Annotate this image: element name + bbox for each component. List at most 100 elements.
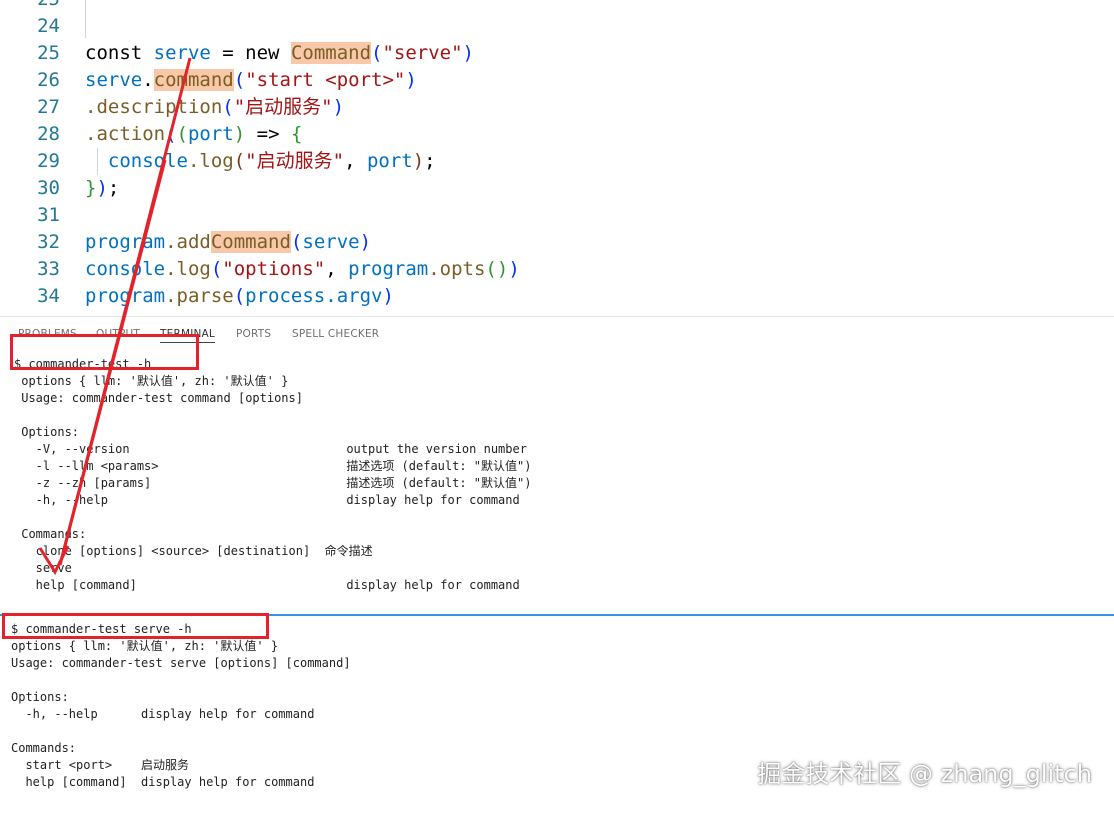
- code-token: serve: [302, 231, 360, 253]
- terminal-line: -V, --version output the version number: [14, 442, 527, 456]
- line-number: 27: [37, 96, 60, 118]
- code-token: (: [233, 285, 246, 307]
- code-text: serve.command("start <port>"): [85, 67, 417, 94]
- code-token: program: [85, 231, 166, 253]
- annotation-box-second-command: [2, 613, 269, 639]
- code-token: (: [233, 150, 246, 172]
- line-number: 29: [37, 150, 60, 172]
- code-token: (: [233, 69, 246, 91]
- terminal-line: -h, --help display help for command: [14, 493, 520, 507]
- terminal-line: serve: [14, 561, 72, 575]
- code-token: program: [85, 285, 166, 307]
- line-number: 30: [37, 177, 60, 199]
- code-token: "start <port>": [245, 69, 406, 91]
- line-number: 26: [37, 69, 60, 91]
- code-text: program.parse(process.argv): [85, 283, 394, 310]
- terminal-line: Options:: [11, 690, 69, 704]
- annotation-box-first-command: [10, 334, 199, 370]
- terminal-line: Usage: commander-test command [options]: [14, 391, 303, 405]
- code-text: program.addCommand(serve): [85, 229, 371, 256]
- code-token: {: [290, 123, 303, 145]
- code-token: .action: [85, 123, 166, 145]
- code-token: =>: [245, 123, 291, 145]
- code-token: ): [382, 285, 394, 307]
- code-token: process: [245, 285, 326, 307]
- terminal-line: -h, --help display help for command: [11, 707, 315, 721]
- terminal-line: clone [options] <source> [destination] 命…: [14, 544, 373, 558]
- code-token: ): [359, 231, 372, 253]
- line-number: 32: [37, 231, 60, 253]
- code-token: =: [210, 42, 246, 64]
- code-token: const: [85, 42, 154, 64]
- line-number: 34: [37, 285, 60, 307]
- line-number: 31: [37, 204, 60, 226]
- line-number: 33: [37, 258, 60, 280]
- terminal-output-1[interactable]: $ commander-test -h options { llm: '默认值'…: [0, 352, 1114, 614]
- line-number: 25: [37, 42, 60, 64]
- code-token: (: [371, 42, 383, 64]
- code-token: ): [233, 123, 246, 145]
- code-text: console.log("启动服务", port);: [85, 148, 436, 175]
- code-token: .log: [187, 150, 234, 172]
- code-token: "启动服务": [245, 150, 345, 172]
- tab-spell-checker[interactable]: SPELL CHECKER: [292, 328, 379, 340]
- code-token: ): [412, 150, 425, 172]
- code-token: (): [485, 258, 509, 280]
- code-text: .action((port) => {: [85, 121, 302, 148]
- code-token: .log: [165, 258, 211, 280]
- code-token: ): [462, 42, 474, 64]
- terminal-line: -z --zh [params] 描述选项 (default: "默认值"): [14, 476, 532, 490]
- code-token: (: [165, 123, 177, 145]
- code-token: ): [508, 258, 520, 280]
- terminal-line: Commands:: [11, 741, 77, 755]
- terminal-line: Commands:: [14, 527, 87, 541]
- code-token: command: [153, 69, 234, 91]
- code-token: new: [245, 42, 291, 64]
- code-token: serve: [153, 42, 211, 64]
- code-token: "启动服务": [233, 96, 333, 118]
- code-text: console.log("options", program.opts()): [85, 256, 520, 283]
- code-token: .add: [165, 231, 211, 253]
- terminal-line: Options:: [14, 425, 80, 439]
- code-token: ): [96, 177, 108, 199]
- terminal-line: help [command] display help for command: [11, 775, 315, 789]
- code-token: (: [290, 231, 303, 253]
- code-token: (: [222, 96, 234, 118]
- indent-guide: [85, 0, 86, 38]
- code-token: .description: [85, 96, 223, 118]
- code-token: ): [332, 96, 345, 118]
- code-token: console: [85, 258, 166, 280]
- code-editor[interactable]: 252425const serve = new Command("serve")…: [0, 0, 1114, 316]
- code-token: (: [176, 123, 188, 145]
- indent-guide: [97, 148, 98, 175]
- code-token: console: [85, 150, 188, 172]
- watermark: 掘金技术社区 @ zhang_glitch: [757, 760, 1092, 788]
- code-token: Command: [290, 42, 372, 64]
- code-token: ,: [325, 258, 349, 280]
- code-text: });: [85, 175, 119, 202]
- code-token: port: [187, 123, 234, 145]
- code-token: .: [142, 69, 154, 91]
- code-token: serve: [85, 69, 143, 91]
- code-token: ): [405, 69, 417, 91]
- code-token: "serve": [382, 42, 463, 64]
- code-text: const serve = new Command("serve"): [85, 40, 474, 67]
- code-token: ,: [344, 150, 367, 172]
- line-number: 25: [0, 0, 60, 13]
- code-token: program: [348, 258, 429, 280]
- code-text: .description("启动服务"): [85, 94, 344, 121]
- terminal-line: Usage: commander-test serve [options] [c…: [11, 656, 351, 670]
- code-token: }: [85, 177, 97, 199]
- line-number: 24: [37, 15, 60, 37]
- terminal-line: -l --llm <params> 描述选项 (default: "默认值"): [14, 459, 532, 473]
- terminal-line: help [command] display help for command: [14, 578, 520, 592]
- terminal-line: start <port> 启动服务: [11, 758, 190, 772]
- tab-ports[interactable]: PORTS: [236, 328, 271, 340]
- code-token: .parse: [165, 285, 234, 307]
- line-number: 28: [37, 123, 60, 145]
- code-token: Command: [210, 231, 291, 253]
- code-token: port: [366, 150, 413, 172]
- code-token: .opts: [428, 258, 486, 280]
- terminal-line: options { llm: '默认值', zh: '默认值' }: [11, 639, 279, 653]
- code-token: ;: [107, 177, 120, 199]
